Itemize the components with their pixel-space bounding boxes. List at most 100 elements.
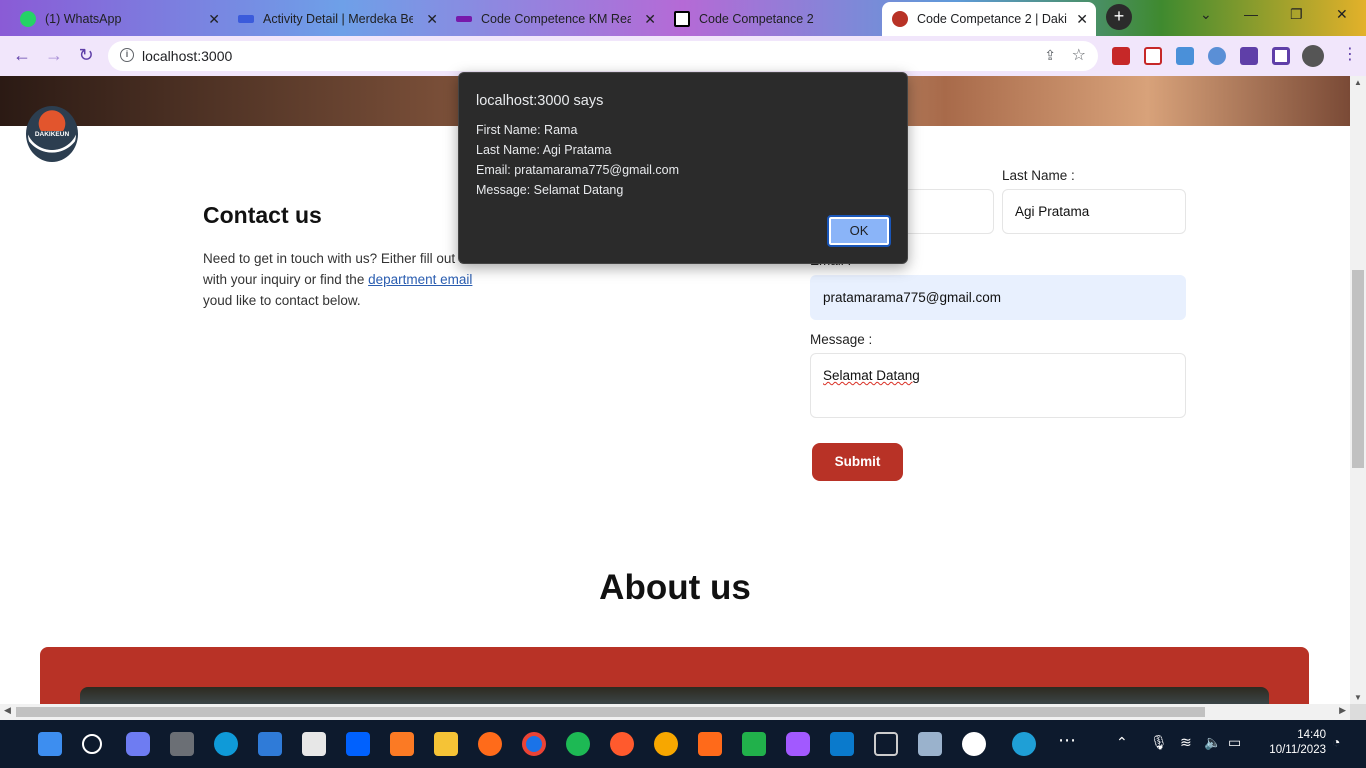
- figma-icon[interactable]: [786, 732, 810, 756]
- extensions-puzzle-icon[interactable]: [1240, 47, 1258, 65]
- profile-avatar[interactable]: [1302, 45, 1324, 67]
- minimize-icon[interactable]: —: [1244, 6, 1258, 22]
- dakikeun-logo[interactable]: DAKIKEUN: [26, 106, 78, 162]
- firefox-icon[interactable]: [478, 732, 502, 756]
- tab-strip: (1) WhatsApp ✕ Activity Detail | Merdeka…: [0, 0, 1366, 36]
- copilot-icon[interactable]: [126, 732, 150, 756]
- horizontal-scrollbar[interactable]: ◀ ▶: [0, 704, 1350, 720]
- task-view-icon[interactable]: [170, 732, 194, 756]
- volume-icon[interactable]: 🔈: [1204, 734, 1221, 751]
- menu-kebab-icon[interactable]: ⋮: [1338, 44, 1362, 68]
- extension-copy-icon[interactable]: [1176, 47, 1194, 65]
- scroll-left-icon[interactable]: ◀: [4, 705, 11, 716]
- app-blob-icon[interactable]: [1012, 732, 1036, 756]
- horizontal-scroll-thumb[interactable]: [16, 707, 1205, 717]
- postman-icon[interactable]: [610, 732, 634, 756]
- app-pen-icon[interactable]: [742, 732, 766, 756]
- new-tab-button[interactable]: +: [1106, 4, 1132, 30]
- chrome-icon[interactable]: [522, 732, 546, 756]
- system-clock[interactable]: 14:40 10/11/2023: [1258, 728, 1326, 758]
- message-textarea[interactable]: Selamat Datang: [810, 353, 1186, 418]
- scroll-down-icon[interactable]: ▼: [1354, 693, 1362, 702]
- whatsapp-icon: [20, 11, 36, 27]
- dialog-line: Email: pratamarama775@gmail.com: [476, 163, 680, 177]
- spotify-icon[interactable]: [566, 732, 590, 756]
- email-input[interactable]: pratamarama775@gmail.com: [810, 275, 1186, 320]
- close-icon[interactable]: ✕: [644, 11, 656, 28]
- microphone-icon[interactable]: 🎙: [1150, 734, 1168, 751]
- restore-icon[interactable]: ❐: [1290, 6, 1303, 23]
- close-icon[interactable]: ✕: [426, 11, 438, 28]
- amazon-icon[interactable]: [302, 732, 326, 756]
- last-name-label: Last Name :: [1002, 168, 1075, 183]
- chevron-down-icon[interactable]: ⌄: [1200, 6, 1212, 23]
- clock-time: 14:40: [1297, 729, 1326, 741]
- extension-feather-icon[interactable]: [1208, 47, 1226, 65]
- mail-icon[interactable]: [258, 732, 282, 756]
- message-value: Selamat Datang: [823, 368, 920, 383]
- scroll-right-icon[interactable]: ▶: [1339, 705, 1346, 716]
- address-bar[interactable]: i localhost:3000 ⇪ ☆: [108, 41, 1098, 71]
- xampp-icon[interactable]: [390, 732, 414, 756]
- alert-dialog: localhost:3000 says First Name: Rama Las…: [458, 72, 908, 264]
- overflow-dots-icon[interactable]: ⋯: [1058, 730, 1076, 751]
- close-window-icon[interactable]: ✕: [1336, 6, 1348, 23]
- edge-icon[interactable]: [214, 732, 238, 756]
- vertical-scrollbar[interactable]: ▲ ▼: [1350, 76, 1366, 704]
- vscode-icon[interactable]: [830, 732, 854, 756]
- about-title: About us: [599, 568, 751, 607]
- tab-code-competence-km[interactable]: Code Competence KM Reac ✕: [446, 2, 664, 36]
- onenote-icon: [456, 16, 472, 22]
- about-image: [80, 687, 1269, 704]
- back-icon[interactable]: ←: [10, 44, 34, 68]
- app-p-icon[interactable]: [654, 732, 678, 756]
- last-name-value: Agi Pratama: [1015, 204, 1090, 219]
- file-explorer-icon[interactable]: [434, 732, 458, 756]
- tab-code-competance-2-dakik[interactable]: Code Competance 2 | Dakik ✕: [882, 2, 1096, 36]
- side-panel-icon[interactable]: [1272, 47, 1290, 65]
- search-icon[interactable]: [82, 734, 102, 754]
- tab-code-competance-2[interactable]: Code Competance 2: [664, 2, 882, 36]
- ok-button[interactable]: OK: [827, 215, 891, 247]
- tab-whatsapp[interactable]: (1) WhatsApp ✕: [10, 2, 228, 36]
- close-icon[interactable]: ✕: [1076, 11, 1088, 28]
- dakikeun-icon: [892, 11, 908, 27]
- dropbox-icon[interactable]: [346, 732, 370, 756]
- app-cube-icon[interactable]: [918, 732, 942, 756]
- department-email-link[interactable]: department email: [368, 272, 472, 287]
- notification-icon[interactable]: ◔: [1332, 734, 1340, 750]
- virtualbox-icon[interactable]: [874, 732, 898, 756]
- app-triangles-icon[interactable]: [698, 732, 722, 756]
- email-value: pratamarama775@gmail.com: [823, 290, 1002, 305]
- wifi-icon[interactable]: ≋: [1180, 734, 1192, 751]
- app-w-icon[interactable]: [962, 732, 986, 756]
- dialog-line: Last Name: Agi Pratama: [476, 143, 612, 157]
- info-icon[interactable]: i: [120, 48, 134, 62]
- scroll-up-icon[interactable]: ▲: [1354, 78, 1362, 87]
- url-text[interactable]: localhost:3000: [142, 48, 232, 64]
- reload-icon[interactable]: ↻: [74, 44, 98, 68]
- battery-icon[interactable]: ▭: [1228, 734, 1241, 751]
- kampus-merdeka-icon: [238, 15, 254, 23]
- scrollbar-corner: [1350, 704, 1366, 720]
- vertical-scroll-thumb[interactable]: [1352, 270, 1364, 468]
- chevron-up-icon[interactable]: ⌃: [1116, 734, 1128, 751]
- share-icon[interactable]: ⇪: [1044, 47, 1056, 64]
- contact-desc-text: youd like to contact below.: [203, 293, 361, 308]
- windows-start-icon[interactable]: [38, 732, 62, 756]
- dialog-line: First Name: Rama: [476, 123, 578, 137]
- extension-shield-icon[interactable]: [1112, 47, 1130, 65]
- close-icon[interactable]: ✕: [208, 11, 220, 28]
- about-card: [40, 647, 1309, 704]
- extension-pocket-icon[interactable]: [1144, 47, 1162, 65]
- contact-title: Contact us: [203, 202, 322, 228]
- contact-desc-text: Need to get in touch with us? Either fil…: [203, 251, 456, 266]
- forward-icon[interactable]: →: [42, 44, 66, 68]
- tab-title: Code Competance 2: [699, 12, 814, 26]
- notion-icon: [674, 11, 690, 27]
- taskbar: ⋯ ⌃ 🎙 ≋ 🔈 ▭ 14:40 10/11/2023 ◔: [0, 720, 1366, 768]
- last-name-input[interactable]: Agi Pratama: [1002, 189, 1186, 234]
- bookmark-star-icon[interactable]: ☆: [1072, 45, 1086, 65]
- tab-activity-detail[interactable]: Activity Detail | Merdeka Bel ✕: [228, 2, 446, 36]
- submit-button[interactable]: Submit: [812, 443, 903, 481]
